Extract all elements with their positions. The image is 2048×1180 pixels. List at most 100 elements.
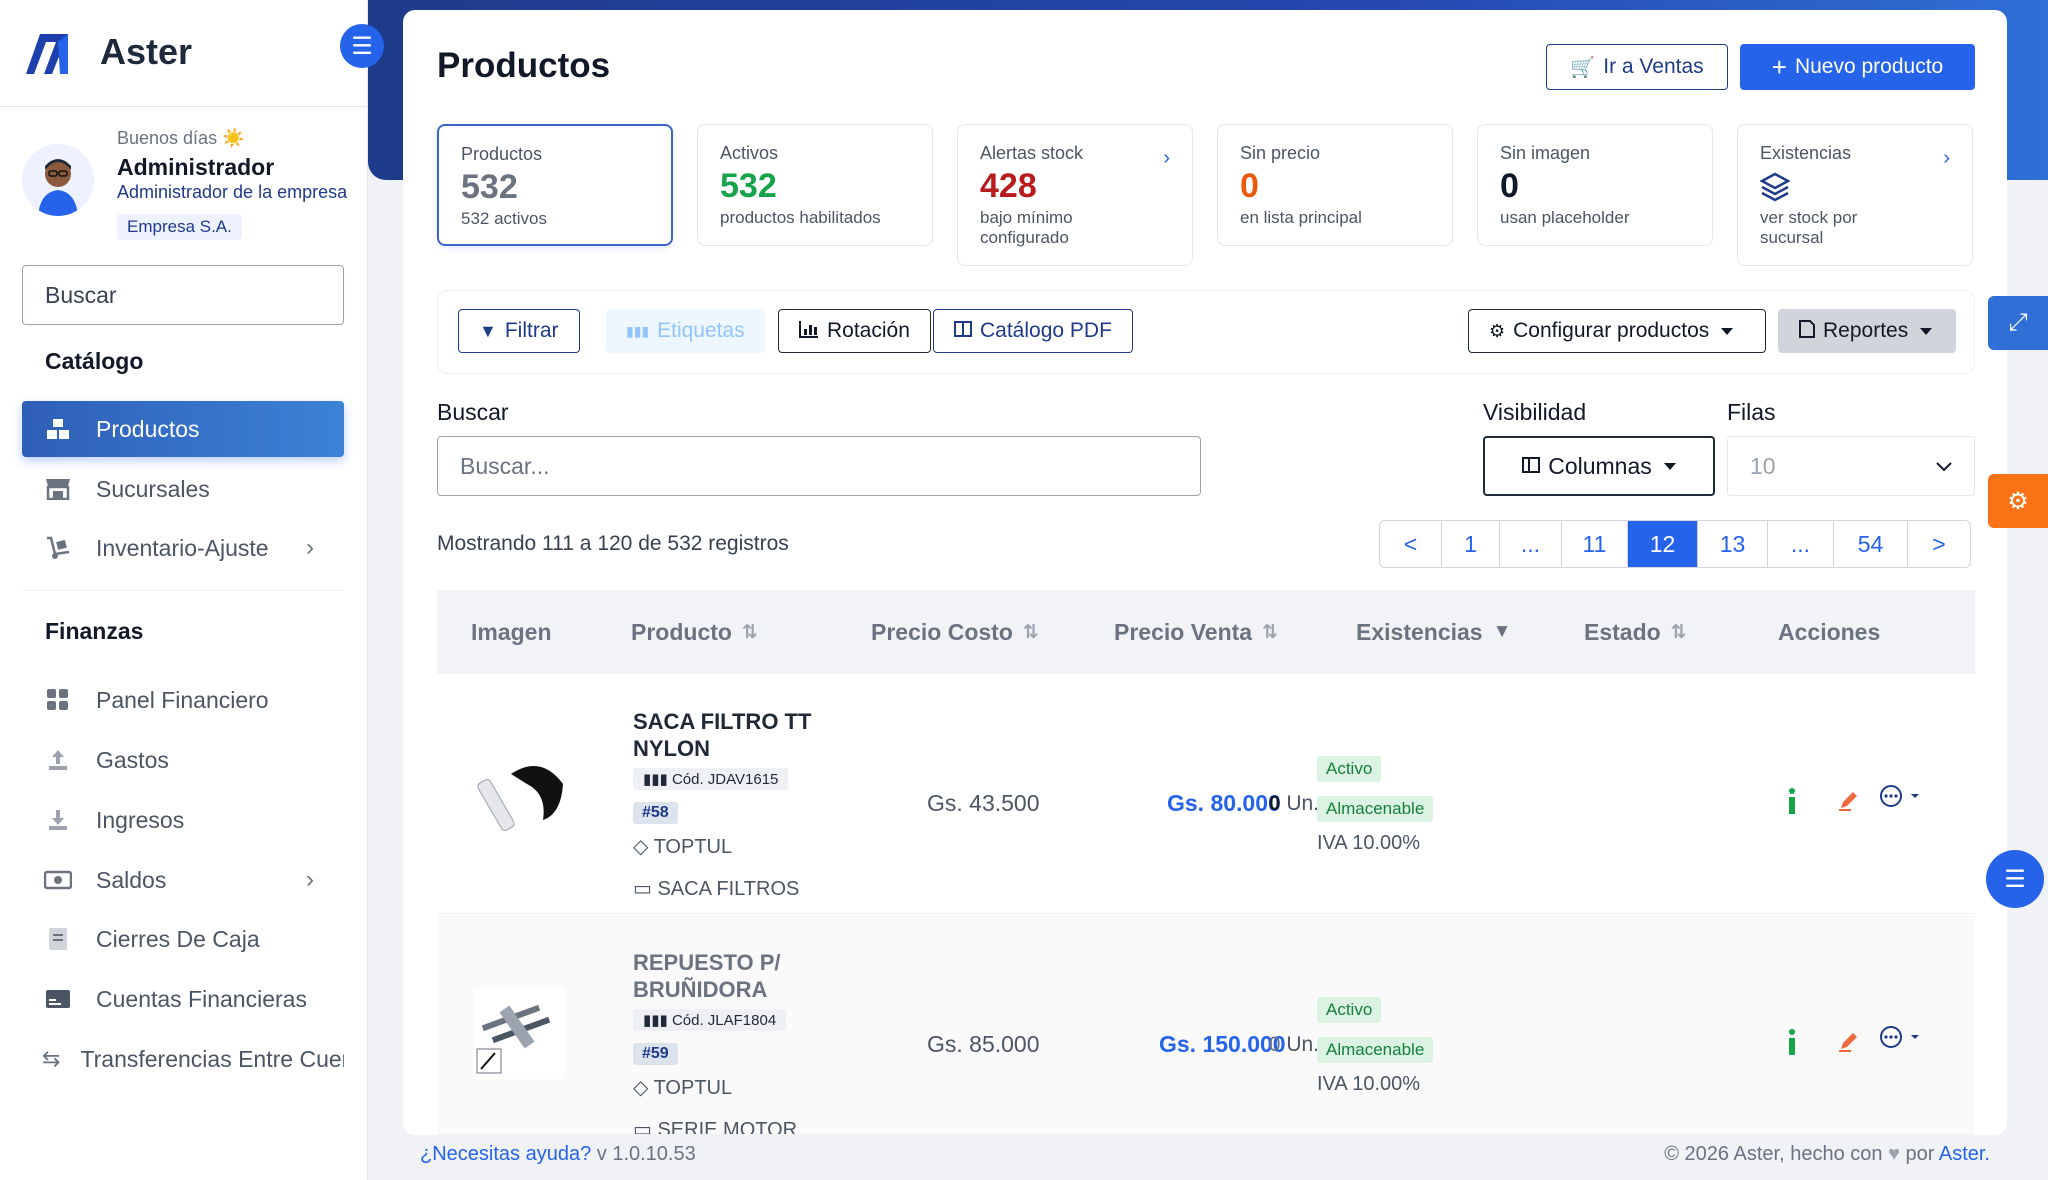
product-name[interactable]: SACA FILTRO TT NYLON xyxy=(633,708,833,762)
sidebar-item-productos[interactable]: Productos xyxy=(22,401,344,457)
page-button[interactable]: 11 xyxy=(1562,521,1628,567)
header-producto[interactable]: Producto ⇅ xyxy=(631,590,758,674)
product-search-input[interactable]: Buscar... xyxy=(437,436,1201,496)
stat-label: Alertas stock xyxy=(980,143,1084,163)
sidebar-item-cuentas-financieras[interactable]: Cuentas Financieras xyxy=(22,971,344,1027)
header-existencias[interactable]: Existencias ▼ xyxy=(1356,590,1511,674)
more-options-dropdown[interactable] xyxy=(1879,1025,1925,1058)
product-image[interactable] xyxy=(471,744,567,840)
sidebar-item-saldos[interactable]: Saldos › xyxy=(22,852,344,908)
more-options-dropdown[interactable] xyxy=(1879,784,1925,817)
page-button[interactable]: 13 xyxy=(1698,521,1768,567)
stat-label: Activos xyxy=(720,143,779,163)
page-button[interactable]: 54 xyxy=(1834,521,1908,567)
stat-card-sin-imagen[interactable]: Sin imagen 0 usan placeholder xyxy=(1477,124,1713,246)
page-button[interactable]: 1 xyxy=(1442,521,1500,567)
header-label: Imagen xyxy=(471,618,552,645)
store-icon xyxy=(44,475,72,503)
new-product-label: Nuevo producto xyxy=(1794,55,1944,78)
stat-card-alertas-stock[interactable]: Alertas stock › 428 bajo mínimo configur… xyxy=(957,124,1193,266)
toolbar: ▼ Filtrar ▮▮▮ Etiquetas Rotación Catálog… xyxy=(437,290,1975,374)
tag-icon: ◇ xyxy=(633,1077,654,1099)
page-prev-button[interactable]: < xyxy=(1380,521,1442,567)
stock-unit: Un. xyxy=(1286,792,1319,815)
page-next-button[interactable]: > xyxy=(1908,521,1970,567)
caret-down-icon xyxy=(1721,327,1734,335)
status-badge: Activo xyxy=(1317,997,1382,1023)
settings-button[interactable]: ⚙ xyxy=(1988,474,2048,528)
configure-products-dropdown[interactable]: ⚙ Configurar productos xyxy=(1468,309,1766,353)
quick-menu-button[interactable]: ☰ xyxy=(1986,850,2044,908)
edit-icon[interactable] xyxy=(1837,1029,1861,1060)
sidebar-item-cierres-de-caja[interactable]: Cierres De Caja xyxy=(22,911,344,967)
menu-toggle-button[interactable]: ☰ xyxy=(340,24,384,68)
sidebar-item-sucursales[interactable]: Sucursales xyxy=(22,461,344,517)
sidebar-separator xyxy=(22,590,344,591)
bar-chart-icon xyxy=(799,320,819,343)
footer-copyright: © 2026 Aster, hecho con ♥ por Aster. xyxy=(1664,1143,1990,1166)
aster-link[interactable]: Aster. xyxy=(1939,1143,1990,1165)
stat-value: 532 xyxy=(461,168,518,206)
stat-sub: 532 activos xyxy=(461,209,547,228)
stat-card-productos[interactable]: Productos 532 532 activos xyxy=(437,124,673,246)
info-icon[interactable] xyxy=(1787,1029,1797,1062)
transfer-icon: ⇆ xyxy=(42,1046,61,1071)
rotation-button[interactable]: Rotación xyxy=(778,309,931,353)
sidebar-item-inventario-ajuste[interactable]: Inventario-Ajuste › xyxy=(22,520,344,576)
stat-card-activos[interactable]: Activos 532 productos habilitados xyxy=(697,124,933,246)
help-text: ¿Necesitas ayuda? xyxy=(420,1143,592,1165)
sort-icon: ⇅ xyxy=(741,621,758,643)
sidebar-item-panel-financiero[interactable]: Panel Financiero xyxy=(22,672,344,728)
upload-icon xyxy=(44,746,72,774)
sidebar-item-label: Cuentas Financieras xyxy=(96,985,307,1012)
heart-icon: ♥ xyxy=(1888,1143,1900,1165)
configure-label: Configurar productos xyxy=(1513,319,1710,342)
folder-icon: ▭ xyxy=(633,1119,658,1135)
product-category-text: SACA FILTROS xyxy=(657,878,800,900)
sidebar-item-ingresos[interactable]: Ingresos xyxy=(22,792,344,848)
iva-text: IVA 10.00% xyxy=(1317,832,1421,854)
avatar[interactable] xyxy=(22,144,94,216)
chevron-right-icon: › xyxy=(1943,147,1950,169)
rows-per-page-select[interactable]: 10 xyxy=(1727,436,1975,496)
sidebar-item-transferencias[interactable]: ⇆ Transferencias Entre Cuentas xyxy=(22,1031,344,1087)
header-precio-costo[interactable]: Precio Costo ⇅ xyxy=(871,590,1039,674)
sidebar-item-label: Inventario-Ajuste xyxy=(96,534,269,561)
brand[interactable]: Aster xyxy=(22,28,192,76)
stat-card-existencias[interactable]: Existencias › ver stock por sucursal xyxy=(1737,124,1973,266)
info-icon[interactable] xyxy=(1787,788,1797,821)
header-precio-venta[interactable]: Precio Venta ⇅ xyxy=(1114,590,1278,674)
company-badge: Empresa S.A. xyxy=(117,214,242,240)
sort-desc-icon: ▼ xyxy=(1492,621,1512,642)
stat-sub: en lista principal xyxy=(1240,208,1362,227)
stat-sub: bajo mínimo configurado xyxy=(980,208,1073,247)
cart-icon: 🛒 xyxy=(1570,56,1596,79)
section-finance-heading: Finanzas xyxy=(45,618,144,644)
header-label: Existencias xyxy=(1356,618,1483,645)
card-icon xyxy=(44,985,72,1013)
go-to-sales-button[interactable]: 🛒 Ir a Ventas xyxy=(1546,44,1728,90)
help-link[interactable]: ¿Necesitas ayuda? v 1.0.10.53 xyxy=(420,1143,696,1166)
labels-button[interactable]: ▮▮▮ Etiquetas xyxy=(606,309,765,353)
product-name[interactable]: REPUESTO P/ BRUÑIDORA xyxy=(633,949,833,1003)
edit-icon[interactable] xyxy=(1837,788,1861,819)
reports-dropdown[interactable]: Reportes xyxy=(1778,309,1956,353)
page-ellipsis: ... xyxy=(1500,521,1562,567)
columns-dropdown[interactable]: Columnas xyxy=(1483,436,1715,496)
stat-card-sin-precio[interactable]: Sin precio 0 en lista principal xyxy=(1217,124,1453,246)
catalog-pdf-label: Catálogo PDF xyxy=(980,319,1112,342)
catalog-pdf-button[interactable]: Catálogo PDF xyxy=(933,309,1133,353)
new-product-button[interactable]: + Nuevo producto xyxy=(1740,44,1975,90)
sidebar-item-gastos[interactable]: Gastos xyxy=(22,732,344,788)
main-card: Productos 🛒 Ir a Ventas + Nuevo producto… xyxy=(403,10,2007,1135)
stat-value: 532 xyxy=(720,167,777,205)
page-button-current[interactable]: 12 xyxy=(1628,521,1698,567)
filter-button[interactable]: ▼ Filtrar xyxy=(458,309,580,353)
copyright-text: © 2026 Aster, hecho con xyxy=(1664,1143,1883,1165)
header-estado[interactable]: Estado ⇅ xyxy=(1584,590,1687,674)
product-image[interactable] xyxy=(471,985,567,1081)
folder-icon: ▭ xyxy=(633,878,658,900)
expand-button[interactable]: ⤢ xyxy=(1988,296,2048,350)
rows-label: Filas xyxy=(1727,399,1776,425)
sidebar-search-input[interactable]: Buscar xyxy=(22,265,344,325)
